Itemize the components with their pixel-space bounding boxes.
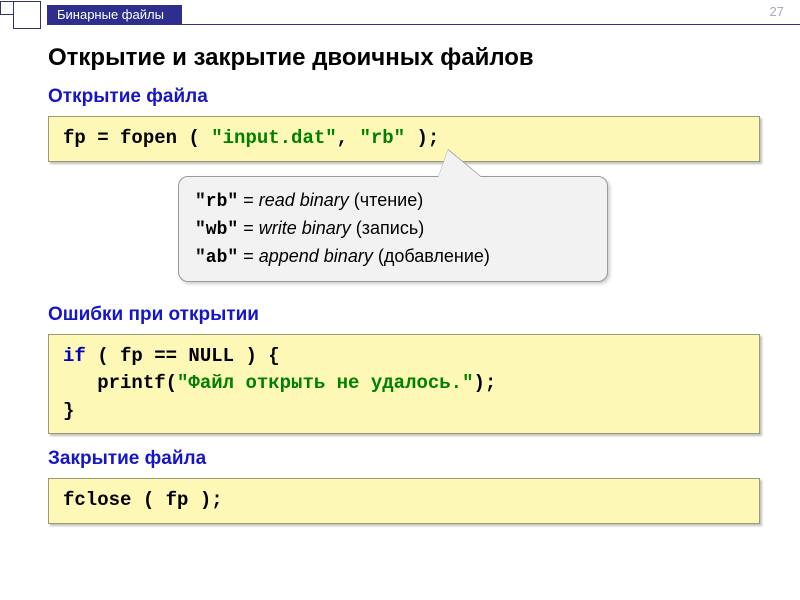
page-number: 27 [770,4,784,19]
code-keyword: if [63,345,86,367]
callout-body: "rb" = read binary (чтение) "wb" = write… [178,176,608,282]
code-error-check: if ( fp == NULL ) { printf("Файл открыть… [48,334,760,435]
code-string: "Файл открыть не удалось." [177,372,473,394]
code-text: , [337,127,360,149]
slide-title: Открытие и закрытие двоичных файлов [48,44,760,72]
callout-line: "rb" = read binary (чтение) [195,187,591,215]
deco-box-small [0,1,14,15]
code-text: printf( [63,372,177,394]
callout-eq: = [238,246,259,266]
code-text: fclose ( fp ); [63,489,223,511]
header-decoration [0,1,41,29]
section-errors-heading: Ошибки при открытии [48,304,760,326]
deco-box-large [13,1,41,29]
callout-ru: (запись) [351,218,424,238]
callout-meaning: append binary [259,246,373,266]
callout-line: "ab" = append binary (добавление) [195,243,591,271]
header-rule [182,24,800,25]
callout-line: "wb" = write binary (запись) [195,215,591,243]
code-open-file: fp = fopen ( "input.dat", "rb" ); [48,116,760,162]
callout-box: "rb" = read binary (чтение) "wb" = write… [178,176,608,282]
callout-mode: "rb" [195,192,238,212]
callout-pointer-icon [438,150,482,178]
section-close-heading: Закрытие файла [48,448,760,470]
callout-eq: = [238,190,259,210]
code-close-file: fclose ( fp ); [48,478,760,524]
header-tab: Бинарные файлы [47,5,182,25]
callout-meaning: read binary [259,190,349,210]
callout-ru: (добавление) [373,246,490,266]
code-text: ); [405,127,439,149]
callout-ru: (чтение) [349,190,423,210]
callout-meaning: write binary [259,218,351,238]
callout-mode: "wb" [195,220,238,240]
code-text: fp = fopen ( [63,127,211,149]
section-open-heading: Открытие файла [48,86,760,108]
code-string: "input.dat" [211,127,336,149]
callout-mode: "ab" [195,248,238,268]
code-text: } [63,400,74,422]
slide-content: Открытие и закрытие двоичных файлов Откр… [0,30,800,524]
slide-header: Бинарные файлы [0,0,800,30]
code-string: "rb" [359,127,405,149]
code-text: ); [473,372,496,394]
callout-eq: = [238,218,259,238]
code-text: ( fp == NULL ) { [86,345,280,367]
